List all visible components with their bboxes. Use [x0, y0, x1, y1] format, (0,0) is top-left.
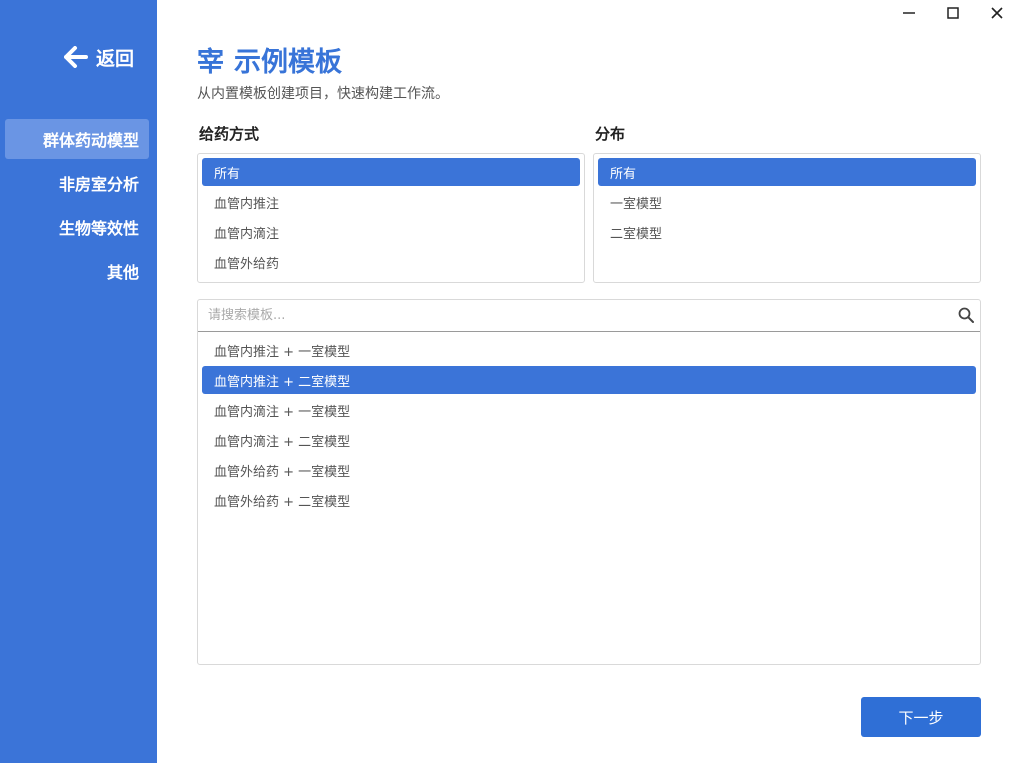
sidebar-item-popk-model[interactable]: 群体药动模型 [5, 119, 149, 159]
sidebar-item-bioequivalence[interactable]: 生物等效性 [59, 207, 149, 247]
minimize-button[interactable] [889, 0, 929, 26]
maximize-icon [947, 7, 959, 19]
minimize-icon [903, 12, 915, 14]
list-item[interactable]: 血管内滴注 [202, 218, 580, 246]
list-item[interactable]: 所有 [598, 158, 976, 186]
maximize-button[interactable] [933, 0, 973, 26]
sidebar-item-label: 群体药动模型 [42, 131, 139, 150]
template-item[interactable]: 血管内滴注 + 二室模型 [202, 426, 976, 454]
search-input[interactable] [198, 300, 980, 332]
list-item[interactable]: 一室模型 [598, 188, 976, 216]
back-label: 返回 [96, 47, 135, 70]
sidebar: 返回 群体药动模型 非房室分析 生物等效性 其他 [0, 0, 157, 763]
sidebar-item-label: 其他 [106, 263, 139, 282]
arrow-left-icon [64, 46, 88, 68]
template-item[interactable]: 血管内推注 + 二室模型 [202, 366, 976, 394]
administration-label: 给药方式 [199, 125, 260, 143]
sidebar-item-label: 非房室分析 [58, 175, 139, 194]
page-subtitle: 从内置模板创建项目，快速构建工作流。 [197, 86, 449, 102]
administration-list: 所有 血管内推注 血管内滴注 血管外给药 [197, 153, 585, 283]
list-item[interactable]: 血管外给药 [202, 248, 580, 276]
template-item[interactable]: 血管内滴注 + 一室模型 [202, 396, 976, 424]
list-item[interactable]: 血管内推注 [202, 188, 580, 216]
page-title: 宰 示例模板 [197, 40, 342, 79]
page-title-text: 示例模板 [234, 47, 342, 78]
template-icon: 宰 [197, 47, 224, 78]
sidebar-item-label: 生物等效性 [58, 219, 139, 238]
list-item[interactable]: 二室模型 [598, 218, 976, 246]
template-item[interactable]: 血管外给药 + 一室模型 [202, 456, 976, 484]
search-icon[interactable] [958, 307, 974, 323]
back-button[interactable]: 返回 [64, 43, 134, 71]
template-item[interactable]: 血管内推注 + 一室模型 [202, 336, 976, 364]
close-icon [991, 7, 1003, 19]
list-item[interactable]: 所有 [202, 158, 580, 186]
sidebar-item-other[interactable]: 其他 [107, 251, 149, 291]
template-item[interactable]: 血管外给药 + 二室模型 [202, 486, 976, 514]
template-panel: 血管内推注 + 一室模型 血管内推注 + 二室模型 血管内滴注 + 一室模型 血… [197, 299, 981, 665]
next-button[interactable]: 下一步 [861, 697, 981, 737]
close-button[interactable] [977, 0, 1017, 26]
distribution-list: 所有 一室模型 二室模型 [593, 153, 981, 283]
distribution-label: 分布 [595, 125, 626, 143]
sidebar-item-nca[interactable]: 非房室分析 [59, 163, 149, 203]
